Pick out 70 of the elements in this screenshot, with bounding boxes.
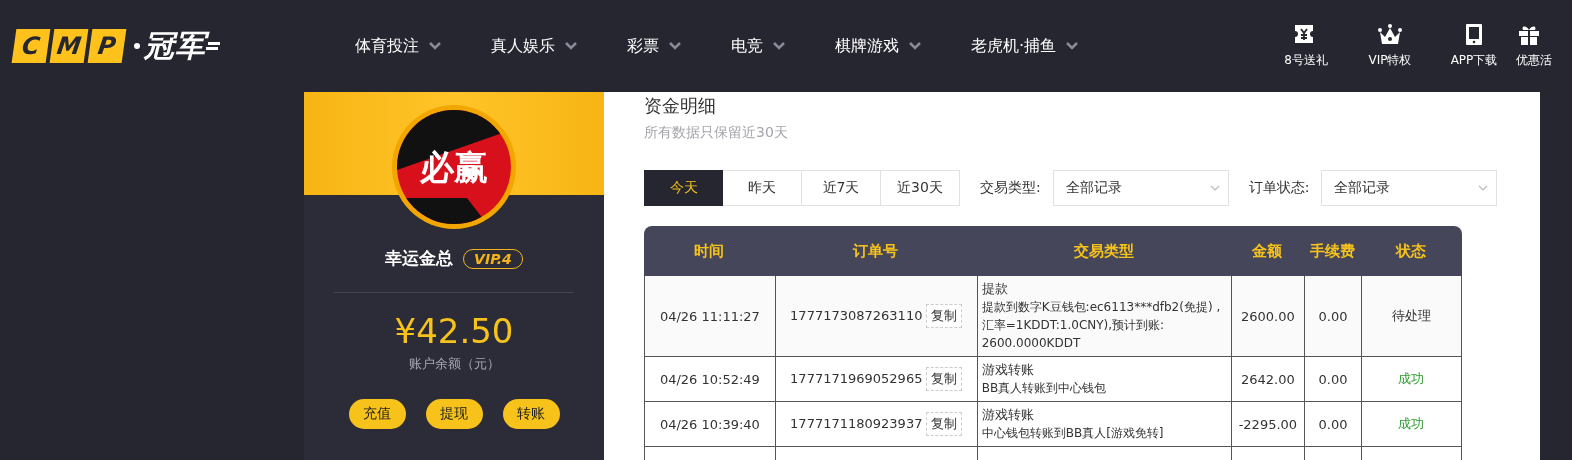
nav-menu-item[interactable]: 彩票: [627, 35, 681, 57]
table-cell: 04/26 11:11:27: [644, 276, 775, 357]
transaction-detail: 中心钱包转账到BB真人[游戏免转]: [981, 426, 1164, 440]
action-button[interactable]: 充值: [348, 399, 406, 429]
column-header: 状态: [1360, 226, 1462, 276]
order-number: 1777171180923937: [790, 416, 923, 431]
transaction-detail: BB真人转账到中心钱包: [981, 381, 1107, 395]
copy-button[interactable]: 复制: [926, 367, 963, 391]
nav-menu-item[interactable]: 棋牌游戏: [835, 35, 921, 57]
column-header: 手续费: [1304, 226, 1361, 276]
table-cell: 04/26 10:52:49: [644, 357, 775, 402]
logo-letter: P: [87, 29, 127, 63]
shortcut-button[interactable]: VIP特权: [1348, 23, 1432, 69]
dot-icon: [134, 43, 140, 49]
crown-icon: [1377, 23, 1403, 46]
shortcut-button[interactable]: 优惠活: [1516, 23, 1572, 69]
table-cell: 0.00: [1304, 276, 1361, 357]
nav-menu-item[interactable]: 真人娱乐: [491, 35, 577, 57]
balance-label: 账户余额（元）: [408, 355, 500, 373]
filter-label: 交易类型:: [980, 179, 1041, 197]
chevron-down-icon: [565, 42, 577, 50]
table-cell: -2295.00: [1230, 402, 1305, 447]
avatar-text: 必赢: [419, 146, 489, 189]
chevron-down-icon: [1209, 185, 1220, 191]
date-range-tab[interactable]: 今天: [644, 170, 723, 206]
column-header: 交易类型: [976, 226, 1231, 276]
column-header: 时间: [644, 226, 775, 276]
page-title: 资金明细: [644, 94, 717, 118]
order-number: 1777171969052965: [790, 371, 923, 386]
filter-dropdown[interactable]: 全部记录: [1321, 170, 1498, 206]
chevron-down-icon: [909, 42, 921, 50]
transaction-type: 游戏转账: [981, 361, 1035, 379]
retention-note: 所有数据只保留近30天: [644, 124, 789, 142]
chevron-down-icon: [773, 42, 785, 50]
chevron-down-icon: [1066, 42, 1079, 50]
nav-menu-item[interactable]: 体育投注: [355, 35, 441, 57]
date-range-tab[interactable]: 昨天: [723, 170, 802, 206]
chevron-down-icon: [1478, 185, 1489, 191]
copy-button[interactable]: 复制: [926, 412, 963, 436]
table-cell: 0.00: [1304, 357, 1361, 402]
shortcut-button[interactable]: 8号送礼: [1264, 23, 1348, 69]
copy-button[interactable]: 复制: [926, 304, 963, 328]
nav-menu-item[interactable]: 电竞: [731, 35, 785, 57]
balance-amount: ¥42.50: [394, 311, 514, 351]
logo-letter: M: [49, 29, 89, 63]
date-range-tab[interactable]: 近7天: [802, 170, 881, 206]
column-header: 金额: [1230, 226, 1305, 276]
chevron-down-icon: [429, 42, 441, 50]
action-button[interactable]: 转账: [502, 399, 560, 429]
table-cell: 2600.00: [1230, 276, 1305, 357]
date-range-tab[interactable]: 近30天: [881, 170, 960, 206]
table-cell: 2642.00: [1230, 357, 1305, 402]
logo-letter: C: [11, 29, 51, 63]
status-cell: 成功: [1360, 357, 1462, 402]
table-cell: 0.00: [1304, 402, 1361, 447]
username: 幸运金总: [385, 247, 454, 270]
table-cell: 04/26 10:39:40: [644, 402, 775, 447]
transaction-type: 游戏转账: [981, 406, 1035, 424]
transaction-detail: 提款到数字K豆钱包:ec6113***dfb2(免提) ,汇率=1KDDT:1.0CNY),预计到账: 2600.0000KDDT: [981, 300, 1221, 350]
transaction-type: 提款: [981, 280, 1009, 298]
order-number: 1777173087263110: [790, 308, 923, 323]
nav-menu-item[interactable]: 老虎机·捕鱼: [971, 35, 1079, 57]
status-cell: 成功: [1360, 402, 1462, 447]
status-cell: 待处理: [1360, 276, 1462, 357]
action-button[interactable]: 提现: [425, 399, 483, 429]
shortcut-button[interactable]: APP下载: [1432, 23, 1516, 69]
filter-dropdown[interactable]: 全部记录: [1052, 170, 1229, 206]
filter-label: 订单状态:: [1248, 179, 1310, 197]
chevron-down-icon: [669, 42, 681, 50]
column-header: 订单号: [774, 226, 977, 276]
